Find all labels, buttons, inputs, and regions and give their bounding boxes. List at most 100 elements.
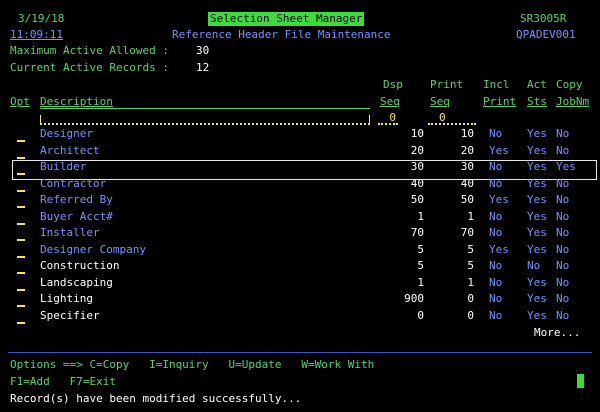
table-row[interactable]: Lighting 900 0 No Yes No: [0, 292, 600, 308]
print-seq-filter-input[interactable]: 0: [428, 111, 476, 125]
row-print-seq: 5: [467, 243, 474, 256]
row-copy-jobname: No: [556, 292, 570, 305]
option-input[interactable]: [17, 305, 25, 307]
device-name: QPADEV001: [516, 28, 576, 41]
row-print-seq: 0: [467, 292, 474, 305]
row-incl-print: No: [489, 210, 503, 223]
print-seq-filter-value: 0: [439, 111, 446, 124]
table-row[interactable]: Designer 10 10 No Yes No: [0, 127, 600, 143]
function-keys: F1=Add F7=Exit: [10, 375, 116, 388]
row-print-seq: 5: [467, 259, 474, 272]
options-line: Options ==> C=Copy I=Inquiry U=Update W=…: [10, 358, 375, 371]
current-active-value: 12: [196, 61, 210, 74]
row-active-status: No: [527, 259, 541, 272]
row-print-seq: 10: [460, 127, 474, 140]
row-description: Architect: [40, 144, 100, 157]
table-row[interactable]: Construction 5 5 No No No: [0, 259, 600, 275]
row-active-status: Yes: [527, 193, 547, 206]
row-description: Installer: [40, 226, 100, 239]
option-input[interactable]: [17, 289, 25, 291]
option-input[interactable]: [17, 157, 25, 159]
row-copy-jobname: No: [556, 276, 570, 289]
col-copy-top: Copy: [556, 78, 583, 91]
max-active-value: 30: [196, 44, 210, 57]
row-description: Landscaping: [40, 276, 113, 289]
row-active-status: Yes: [527, 292, 547, 305]
table-row[interactable]: Contractor 40 40 No Yes No: [0, 177, 600, 193]
row-active-status: Yes: [527, 309, 547, 322]
option-input[interactable]: [17, 140, 25, 142]
col-copy-bottom: JobNm: [556, 95, 590, 108]
row-print-seq: 20: [460, 144, 474, 157]
date: 3/19/18: [18, 12, 65, 25]
row-incl-print: No: [489, 309, 503, 322]
row-incl-print: No: [489, 276, 503, 289]
option-input[interactable]: [17, 190, 25, 192]
col-act-top: Act: [527, 78, 547, 91]
table-row[interactable]: Installer 70 70 No Yes No: [0, 226, 600, 242]
table-row[interactable]: Referred By 50 50 Yes Yes No: [0, 193, 600, 209]
row-description: Contractor: [40, 177, 107, 190]
row-active-status: Yes: [527, 144, 547, 157]
row-description: Designer Company: [40, 243, 146, 256]
row-copy-jobname: No: [556, 226, 570, 239]
option-input[interactable]: [17, 206, 25, 208]
row-active-status: Yes: [527, 177, 547, 190]
row-description: Referred By: [40, 193, 113, 206]
row-incl-print: No: [489, 177, 503, 190]
option-input[interactable]: [17, 173, 25, 175]
row-incl-print: No: [489, 226, 503, 239]
option-input[interactable]: [17, 272, 25, 274]
row-incl-print: No: [489, 259, 503, 272]
description-filter-input[interactable]: [40, 115, 370, 125]
table-row[interactable]: Builder 30 30 No Yes Yes: [0, 160, 600, 176]
row-copy-jobname: No: [556, 144, 570, 157]
row-description: Construction: [40, 259, 120, 272]
table-row[interactable]: Buyer Acct# 1 1 No Yes No: [0, 210, 600, 226]
row-incl-print: No: [489, 160, 503, 173]
row-active-status: Yes: [527, 226, 547, 239]
col-dsp-top: Dsp: [383, 78, 403, 91]
row-copy-jobname: Yes: [556, 160, 576, 173]
row-copy-jobname: No: [556, 193, 570, 206]
table-row[interactable]: Landscaping 1 1 No Yes No: [0, 276, 600, 292]
screen-subtitle: Reference Header File Maintenance: [172, 28, 391, 41]
option-input[interactable]: [17, 256, 25, 258]
row-incl-print: Yes: [489, 193, 509, 206]
row-copy-jobname: No: [556, 259, 570, 272]
row-incl-print: No: [489, 292, 503, 305]
table-row[interactable]: Specifier 0 0 No Yes No: [0, 309, 600, 325]
row-description: Designer: [40, 127, 93, 140]
row-incl-print: Yes: [489, 144, 509, 157]
row-active-status: Yes: [527, 243, 547, 256]
row-description: Specifier: [40, 309, 100, 322]
table-row[interactable]: Designer Company 5 5 Yes Yes No: [0, 243, 600, 259]
program-name: SR3005R: [520, 12, 567, 25]
col-opt: Opt: [10, 95, 30, 108]
time: 11:09:11: [10, 28, 63, 41]
option-input[interactable]: [17, 322, 25, 324]
row-active-status: Yes: [527, 210, 547, 223]
app-title: Selection Sheet Manager: [208, 12, 365, 26]
table-row[interactable]: Architect 20 20 Yes Yes No: [0, 144, 600, 160]
dsp-seq-filter-input[interactable]: 0: [378, 111, 398, 125]
row-print-seq: 0: [467, 309, 474, 322]
col-print-bottom: Seq: [430, 95, 450, 108]
row-description: Buyer Acct#: [40, 210, 113, 223]
row-print-seq: 40: [460, 177, 474, 190]
option-input[interactable]: [17, 239, 25, 241]
option-input[interactable]: [17, 223, 25, 225]
row-print-seq: 1: [467, 276, 474, 289]
col-incl-bottom: Print: [483, 95, 517, 108]
col-act-bottom: Sts: [527, 95, 547, 108]
col-print-top: Print: [430, 78, 464, 91]
max-active-label: Maximum Active Allowed :: [10, 44, 169, 57]
row-active-status: Yes: [527, 127, 547, 140]
row-print-seq: 1: [467, 210, 474, 223]
more-indicator: More...: [534, 326, 581, 339]
col-incl-top: Incl: [483, 78, 510, 91]
col-description-rule: [40, 95, 370, 109]
dsp-seq-filter-value: 0: [389, 111, 396, 124]
row-print-seq: 50: [460, 193, 474, 206]
row-copy-jobname: No: [556, 309, 570, 322]
